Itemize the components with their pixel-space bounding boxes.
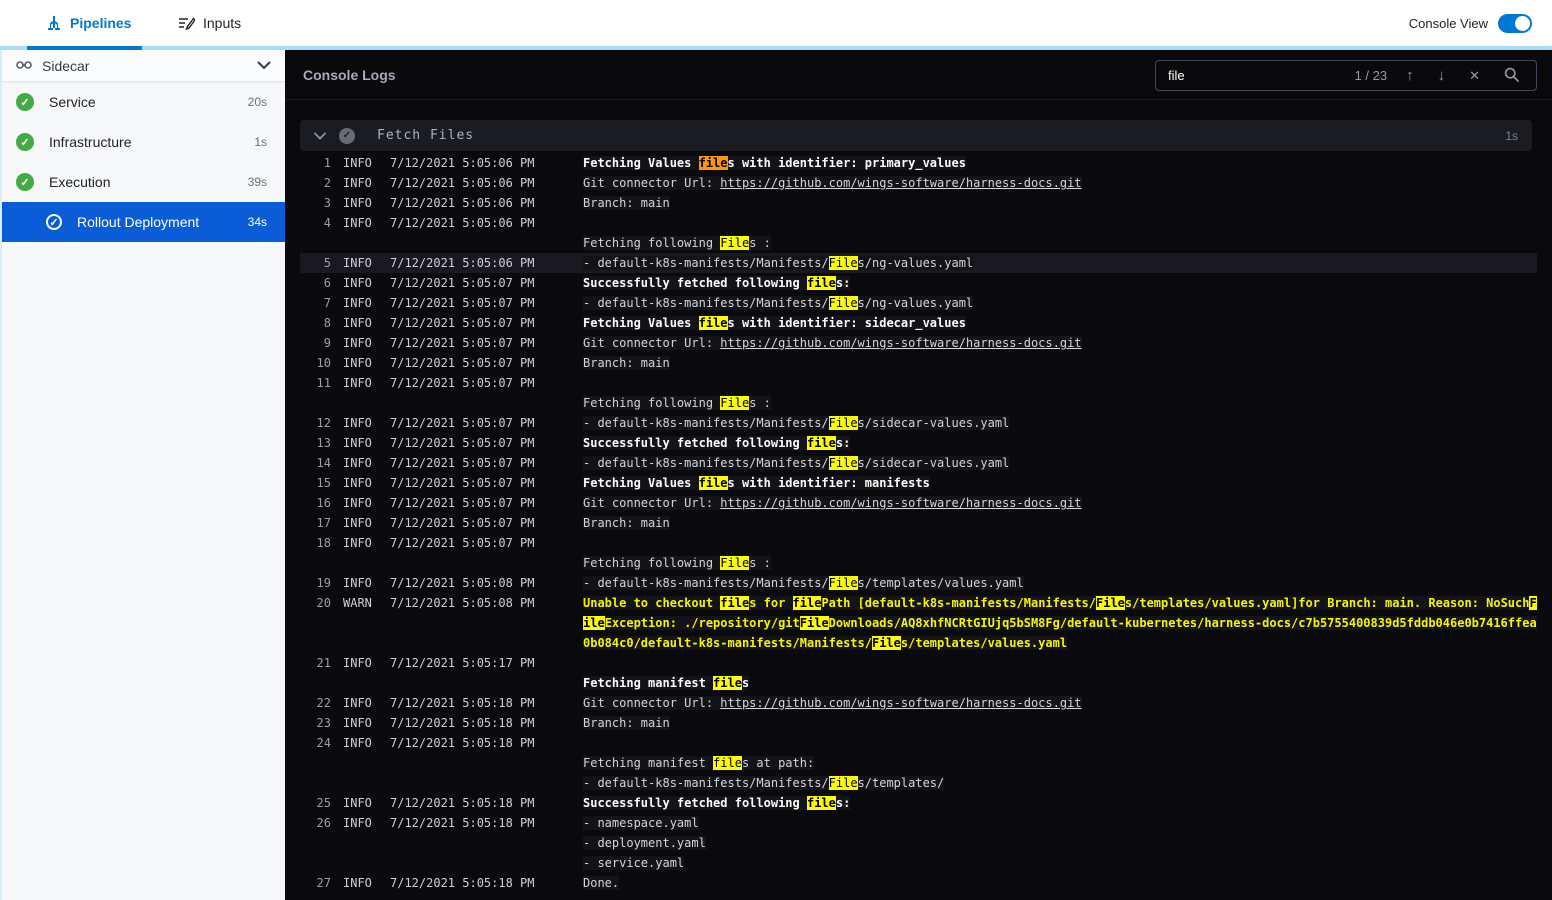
- log-line-continuation: Fetching manifest files: [583, 676, 750, 690]
- console-header: Console Logs 1 / 23 ↑ ↓ ✕: [285, 50, 1552, 100]
- console-panel: Console Logs 1 / 23 ↑ ↓ ✕ ✓ Fetch Files …: [285, 50, 1552, 900]
- log-line: 26 INFO 7/12/2021 5:05:18 PM - namespace.ya…: [316, 816, 699, 830]
- log-line: 24 INFO 7/12/2021 5:05:18 PM: [316, 736, 535, 750]
- log-line-continuation: - service.yaml: [583, 856, 685, 870]
- log-link[interactable]: https://github.com/wings-software/harnes…: [720, 496, 1081, 510]
- sidebar-item-infrastructure[interactable]: ✓ Infrastructure 1s: [2, 122, 285, 162]
- console-view-label: Console View: [1408, 15, 1488, 31]
- console-title: Console Logs: [303, 67, 396, 83]
- log-line: 7 INFO 7/12/2021 5:05:07 PM - default-k8s-m…: [323, 296, 974, 310]
- search-match-counter: 1 / 23: [1354, 68, 1388, 83]
- log-line: 3 INFO 7/12/2021 5:05:06 PM Branch: main: [323, 196, 670, 210]
- console-view-toggle[interactable]: [1498, 13, 1532, 33]
- log-line: 16 INFO 7/12/2021 5:05:07 PM Git connector …: [316, 496, 1082, 510]
- log-line: 17 INFO 7/12/2021 5:05:07 PM Branch: main: [316, 516, 670, 530]
- log-line-continuation: Fetching following Files :: [583, 236, 771, 250]
- sidebar-item-rollout-deployment[interactable]: ✓ Rollout Deployment 34s: [2, 202, 285, 242]
- log-line: 20 WARN 7/12/2021 5:05:08 PM Unable to chec…: [316, 596, 1537, 610]
- pipeline-icon: [46, 15, 62, 31]
- stage-title: Sidecar: [42, 57, 90, 74]
- log-line-continuation: 0b084c0/default-k8s-manifests/Manifests/…: [583, 636, 1068, 650]
- log-line: 11 INFO 7/12/2021 5:05:07 PM: [316, 376, 535, 390]
- step-duration: 39s: [247, 175, 267, 189]
- log-line: 27 INFO 7/12/2021 5:05:18 PM Done.: [316, 876, 620, 890]
- log-line-continuation: Fetching manifest files at path:: [583, 756, 815, 770]
- previous-match-button[interactable]: ↑: [1401, 68, 1419, 83]
- section-duration: 1s: [1505, 128, 1518, 143]
- log-line: 4 INFO 7/12/2021 5:05:06 PM: [323, 216, 535, 230]
- log-line-continuation: - deployment.yaml: [583, 836, 706, 850]
- tab-inputs-label: Inputs: [203, 15, 242, 31]
- step-duration: 20s: [247, 95, 267, 109]
- status-success-icon: ✓: [46, 214, 62, 230]
- log-line: 14 INFO 7/12/2021 5:05:07 PM - default-k8s-…: [316, 456, 1010, 470]
- step-duration: 1s: [254, 135, 267, 149]
- log-line: 15 INFO 7/12/2021 5:05:07 PM Fetching Value…: [316, 476, 930, 490]
- step-label: Execution: [49, 174, 111, 190]
- log-line: 18 INFO 7/12/2021 5:05:07 PM: [316, 536, 535, 550]
- active-tab-indicator: [27, 46, 142, 50]
- tab-pipelines-label: Pipelines: [70, 15, 132, 31]
- log-line: 8 INFO 7/12/2021 5:05:07 PM Fetching Values…: [323, 316, 966, 330]
- log-line: 22 INFO 7/12/2021 5:05:18 PM Git connector …: [316, 696, 1082, 710]
- log-link[interactable]: https://github.com/wings-software/harnes…: [720, 696, 1081, 710]
- log-output: 1 INFO 7/12/2021 5:05:06 PM Fetching Values…: [300, 153, 1537, 893]
- chevron-down-icon[interactable]: [257, 57, 271, 75]
- step-list: ✓ Service 20s ✓ Infrastructure 1s ✓ Execution 39…: [2, 82, 285, 242]
- log-section-header[interactable]: ✓ Fetch Files 1s: [300, 120, 1532, 151]
- next-match-button[interactable]: ↓: [1433, 68, 1451, 83]
- log-line-continuation: - default-k8s-manifests/Manifests/Files/…: [583, 776, 945, 790]
- stage-selector[interactable]: Sidecar: [2, 50, 285, 82]
- step-duration: 34s: [247, 215, 267, 229]
- log-line-continuation: Fetching following Files :: [583, 396, 771, 410]
- log-line-continuation: Fetching following Files :: [583, 556, 771, 570]
- tab-pipelines[interactable]: Pipelines: [46, 0, 131, 46]
- toggle-knob: [1515, 15, 1530, 31]
- log-line: 2 INFO 7/12/2021 5:05:06 PM Git connector U…: [323, 176, 1082, 190]
- log-search-box: 1 / 23 ↑ ↓ ✕: [1155, 60, 1537, 91]
- sidebar-item-execution[interactable]: ✓ Execution 39s: [2, 162, 285, 202]
- search-input[interactable]: [1168, 68, 1341, 83]
- tab-underline: [0, 46, 1552, 50]
- stage-sidebar: Sidecar ✓ Service 20s ✓ Infrastructure 1s ✓ Exe…: [0, 50, 285, 900]
- search-icon[interactable]: [1499, 67, 1524, 85]
- step-label: Rollout Deployment: [77, 214, 200, 230]
- status-success-icon: ✓: [16, 93, 34, 111]
- clear-search-button[interactable]: ✕: [1464, 69, 1485, 82]
- log-link[interactable]: https://github.com/wings-software/harnes…: [720, 176, 1081, 190]
- step-label: Service: [49, 94, 96, 110]
- log-line: 25 INFO 7/12/2021 5:05:18 PM Successfully f…: [316, 796, 851, 810]
- log-line: 1 INFO 7/12/2021 5:05:06 PM Fetching Values…: [323, 156, 966, 170]
- step-label: Infrastructure: [49, 134, 132, 150]
- sidebar-item-service[interactable]: ✓ Service 20s: [2, 82, 285, 122]
- log-section-title: Fetch Files: [377, 128, 475, 143]
- inputs-icon: [178, 15, 195, 31]
- collapse-chevron-icon[interactable]: [314, 132, 326, 140]
- log-line: 23 INFO 7/12/2021 5:05:18 PM Branch: main: [316, 716, 670, 730]
- status-success-icon: ✓: [16, 173, 34, 191]
- log-line: 5 INFO 7/12/2021 5:05:06 PM - default-k8s-m…: [300, 253, 1537, 273]
- log-line: 9 INFO 7/12/2021 5:05:07 PM Git connector U…: [323, 336, 1082, 350]
- link-icon: [16, 57, 32, 75]
- status-success-icon: ✓: [16, 133, 34, 151]
- log-line-continuation: ileException: ./repository/gitFileDownlo…: [583, 616, 1537, 630]
- log-line: 19 INFO 7/12/2021 5:05:08 PM - default-k8s-…: [316, 576, 1024, 590]
- log-line: 10 INFO 7/12/2021 5:05:07 PM Branch: main: [316, 356, 670, 370]
- log-line: 21 INFO 7/12/2021 5:05:17 PM: [316, 656, 535, 670]
- log-line: 6 INFO 7/12/2021 5:05:07 PM Successfully fe…: [323, 276, 851, 290]
- log-link[interactable]: https://github.com/wings-software/harnes…: [720, 336, 1081, 350]
- top-bar: Pipelines Inputs Console View: [0, 0, 1552, 46]
- tab-inputs[interactable]: Inputs: [178, 0, 241, 46]
- log-line: 12 INFO 7/12/2021 5:05:07 PM - default-k8s-…: [316, 416, 1010, 430]
- log-line: 13 INFO 7/12/2021 5:05:07 PM Successfully f…: [316, 436, 851, 450]
- step-success-icon: ✓: [339, 127, 355, 144]
